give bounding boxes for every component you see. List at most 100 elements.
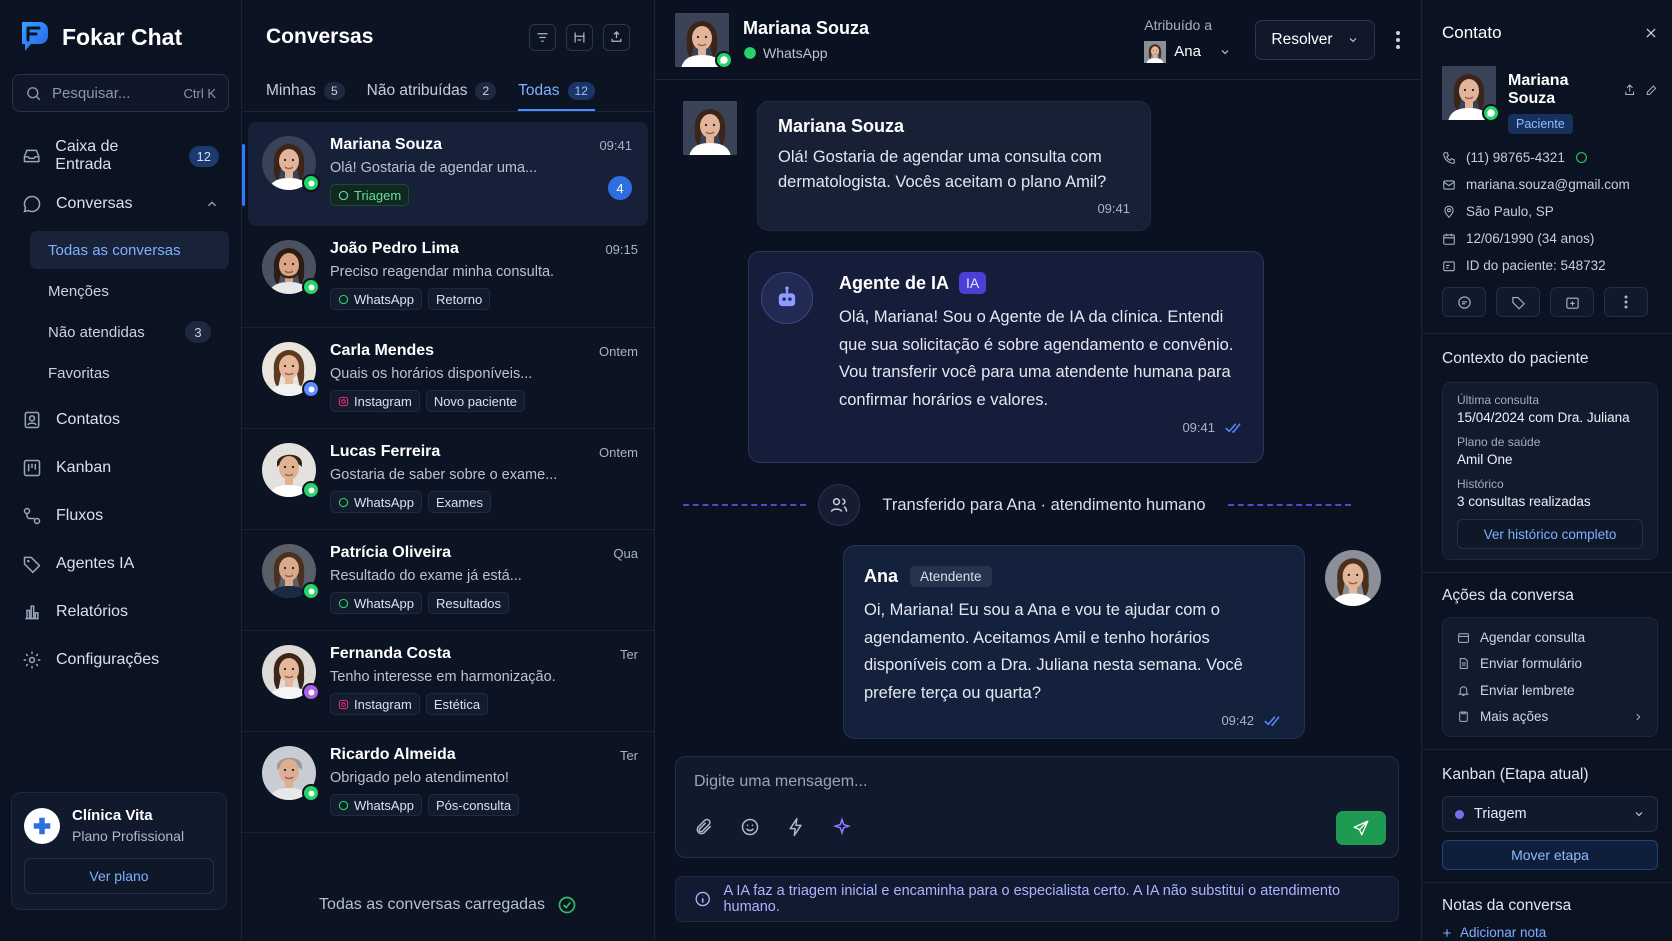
conversation-tag: WhatsApp <box>330 288 422 310</box>
send-button[interactable] <box>1336 811 1386 845</box>
tab-unassigned[interactable]: Não atribuídas 2 <box>367 74 497 111</box>
conversation-item[interactable]: Lucas Ferreira Ontem Gostaria de saber s… <box>242 429 654 530</box>
action-send-form[interactable]: Enviar formulário <box>1457 651 1643 678</box>
whatsapp-icon <box>338 800 349 810</box>
tag-icon <box>1511 296 1525 310</box>
sidebar-item-inbox[interactable]: Caixa de Entrada 12 <box>12 132 229 180</box>
sidebar-subitem-mentions[interactable]: Menções <box>30 272 229 310</box>
chat-contact-avatar[interactable] <box>675 12 733 69</box>
tag-label: Triagem <box>354 187 402 203</box>
lightning-icon[interactable] <box>786 817 806 837</box>
edit-icon[interactable] <box>1645 83 1658 97</box>
sidebar-subitem-unattended[interactable]: Não atendidas 3 <box>30 313 229 351</box>
conversation-name: Fernanda Costa <box>330 645 451 662</box>
conversation-name: Lucas Ferreira <box>330 443 441 460</box>
conversation-item[interactable]: Ricardo Almeida Ter Obrigado pelo atendi… <box>242 732 654 833</box>
sidebar-item-settings[interactable]: Configurações <box>12 636 229 684</box>
contact-city: São Paulo, SP <box>1442 198 1658 225</box>
sidebar-subitem-favorites[interactable]: Favoritas <box>30 354 229 392</box>
sidebar-item-contacts[interactable]: Contatos <box>12 396 229 444</box>
history-label: Histórico <box>1457 477 1504 491</box>
whatsapp-icon <box>302 582 320 600</box>
contact-panel-title: Contato <box>1442 23 1502 42</box>
assignee-label: Atribuído a <box>1144 16 1213 33</box>
conversation-preview: Gostaria de saber sobre o exame... <box>330 467 558 483</box>
sort-button[interactable] <box>603 23 630 51</box>
conversation-tag: Retorno <box>427 288 491 310</box>
reports-icon <box>25 605 39 620</box>
contact-phone[interactable]: (11) 98765-4321 <box>1442 144 1658 171</box>
contact-email[interactable]: mariana.souza@gmail.com <box>1442 171 1658 198</box>
id-card-icon <box>1443 260 1455 271</box>
chevron-down-icon <box>1349 37 1356 42</box>
conversation-tag: Triagem <box>330 184 410 206</box>
sidebar-item-kanban[interactable]: Kanban <box>12 444 229 492</box>
contact-message-button[interactable] <box>1442 287 1486 317</box>
conversation-item[interactable]: Patrícia Oliveira Qua Resultado do exame… <box>242 530 654 631</box>
view-plan-button[interactable]: Ver plano <box>24 858 214 894</box>
message-text: Oi, Mariana! Eu sou a Ana e vou te ajuda… <box>864 601 1243 702</box>
kanban-stage-select[interactable]: Triagem <box>1442 796 1658 832</box>
contact-calendar-button[interactable] <box>1550 287 1594 317</box>
move-stage-button[interactable]: Mover etapa <box>1442 840 1658 870</box>
search-input[interactable]: Pesquisar... Ctrl K <box>12 74 229 112</box>
message-text: Olá! Gostaria de agendar uma consulta co… <box>778 148 1107 191</box>
conversation-tag: Instagram <box>330 390 420 412</box>
tab-all[interactable]: Todas 12 <box>518 74 595 111</box>
stage-dot <box>1455 809 1464 819</box>
assign-button[interactable] <box>566 23 593 51</box>
close-icon[interactable] <box>1644 26 1658 40</box>
sidebar-subitem-all[interactable]: Todas as conversas <box>30 231 229 269</box>
sparkles-icon[interactable] <box>832 817 852 837</box>
plan-tier: Plano Profissional <box>72 828 185 844</box>
message-time: 09:41 <box>1097 201 1130 216</box>
action-schedule[interactable]: Agendar consulta <box>1457 624 1643 651</box>
sidebar-item-reports[interactable]: Relatórios <box>12 588 229 636</box>
action-send-reminder[interactable]: Enviar lembrete <box>1457 677 1643 704</box>
search-icon <box>27 86 41 100</box>
plan-clinic-name: Clínica Vita <box>72 807 153 824</box>
conversation-item[interactable]: Carla Mendes Ontem Quais os horários dis… <box>242 328 654 429</box>
conversation-preview: Preciso reagendar minha consulta. <box>330 264 555 280</box>
patient-context-title: Contexto do paciente <box>1442 350 1589 367</box>
tag-label: WhatsApp <box>354 494 414 510</box>
conversation-item[interactable]: Mariana Souza 09:41 Olá! Gostaria de age… <box>242 122 648 226</box>
conversation-item[interactable]: Fernanda Costa Ter Tenho interesse em ha… <box>242 631 654 732</box>
sidebar-subitem-label: Menções <box>48 282 109 300</box>
tab-mine[interactable]: Minhas 5 <box>266 74 345 111</box>
whatsapp-icon <box>338 190 349 200</box>
sidebar-item-flows[interactable]: Fluxos <box>12 492 229 540</box>
check-circle-icon <box>558 896 576 914</box>
action-more[interactable]: Mais ações <box>1457 704 1643 731</box>
message-input[interactable] <box>694 773 1380 791</box>
add-note-button[interactable]: Adicionar nota <box>1442 925 1658 940</box>
conversation-tag: WhatsApp <box>330 592 422 614</box>
conversation-item[interactable]: João Pedro Lima 09:15 Preciso reagendar … <box>242 226 654 328</box>
plus-icon <box>1443 928 1451 937</box>
conversation-actions-title: Ações da conversa <box>1442 587 1574 604</box>
emoji-icon[interactable] <box>740 817 760 837</box>
contact-tag-button[interactable] <box>1496 287 1540 317</box>
conversation-name: João Pedro Lima <box>330 240 459 257</box>
conversation-tag: WhatsApp <box>330 491 422 513</box>
whatsapp-icon <box>302 481 320 499</box>
location-icon <box>1444 205 1454 218</box>
paperclip-icon[interactable] <box>694 817 714 837</box>
chat-channel-label: WhatsApp <box>763 45 828 61</box>
sidebar-item-ai-agents[interactable]: Agentes IA <box>12 540 229 588</box>
last-visit-label: Última consulta <box>1457 393 1540 407</box>
filter-icon <box>537 32 548 42</box>
filter-button[interactable] <box>529 23 556 51</box>
sidebar-item-conversations[interactable]: Conversas <box>12 180 229 228</box>
more-vertical-icon[interactable] <box>1395 30 1401 50</box>
contact-panel: Contato Mariana Souza Paciente (11) 9876… <box>1422 0 1672 941</box>
resolve-button[interactable]: Resolver <box>1255 19 1375 60</box>
view-history-button[interactable]: Ver histórico completo <box>1457 519 1643 549</box>
share-icon[interactable] <box>1623 83 1636 97</box>
assignee-selector[interactable]: Atribuído a Ana <box>1144 17 1231 63</box>
whatsapp-icon <box>302 278 320 296</box>
chevron-up-icon[interactable] <box>205 197 219 211</box>
contact-more-button[interactable] <box>1604 287 1648 317</box>
brand[interactable]: Fokar Chat <box>12 0 229 74</box>
action-label: Enviar formulário <box>1480 656 1583 672</box>
